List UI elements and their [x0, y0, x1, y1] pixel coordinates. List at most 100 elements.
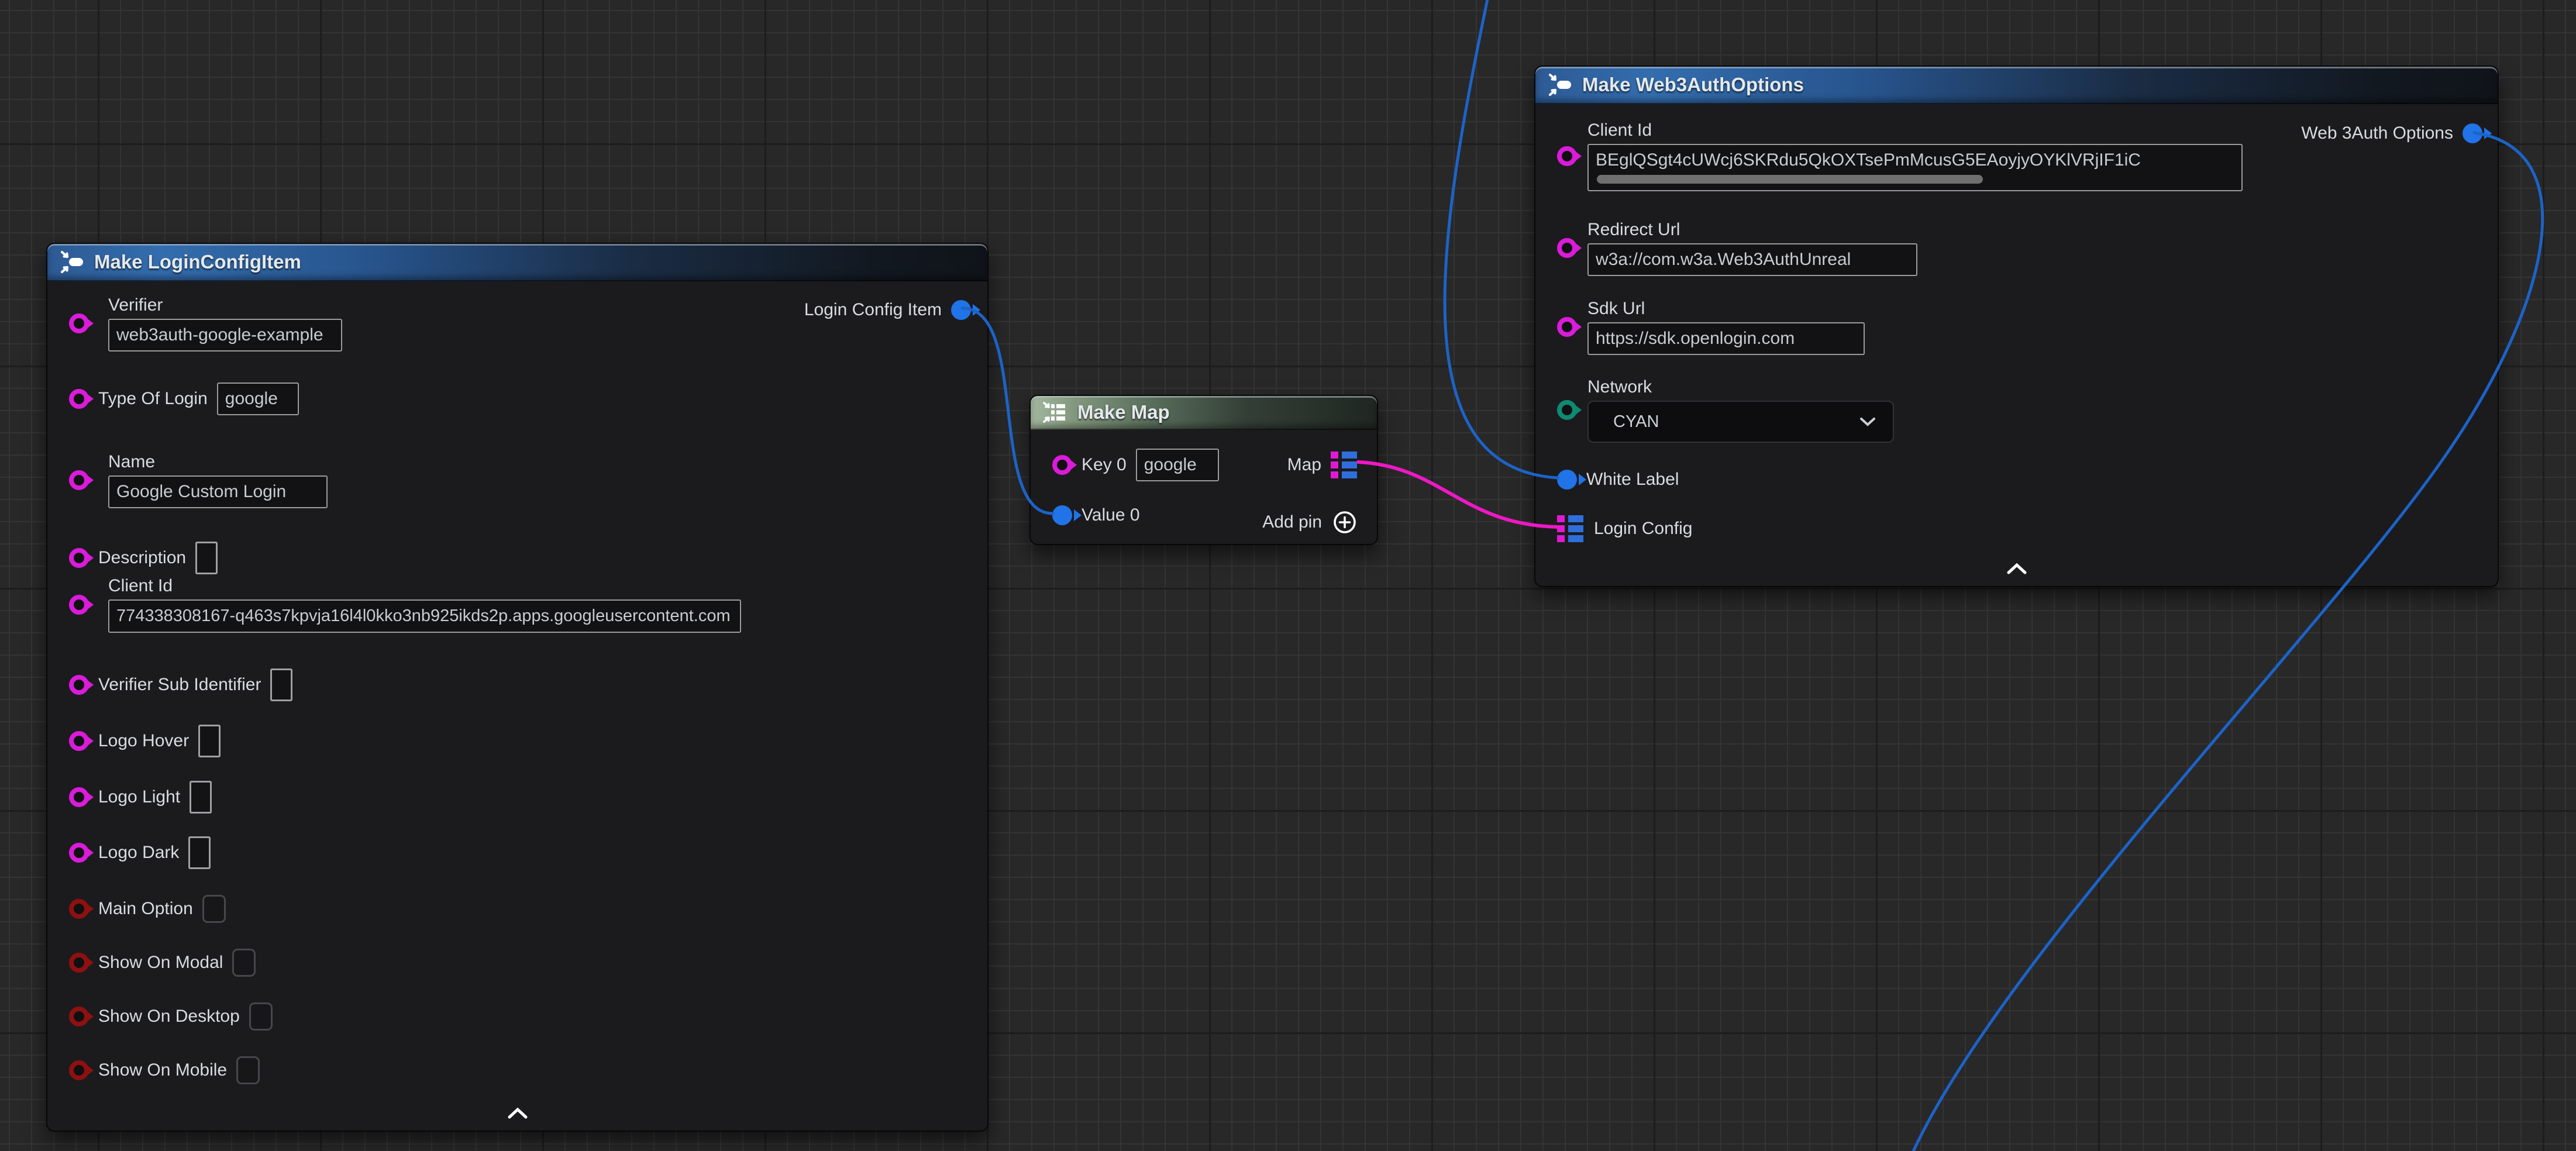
row-client-id: Client Id 774338308167-q463s7kpvja16l4l0…: [69, 576, 741, 633]
pin-logo-dark[interactable]: [69, 843, 89, 863]
node-title: Make LoginConfigItem: [94, 251, 301, 273]
add-pin-button[interactable]: [1331, 509, 1358, 536]
pin-w3a-client-id[interactable]: [1557, 146, 1577, 166]
pin-network[interactable]: [1557, 400, 1577, 420]
row-type-of-login: Type Of Login google: [69, 382, 299, 416]
pin-map-output[interactable]: [1331, 452, 1358, 478]
pin-sdk-url[interactable]: [1557, 317, 1577, 337]
logo-dark-label: Logo Dark: [98, 843, 179, 863]
logo-dark-input[interactable]: [188, 836, 211, 869]
main-option-checkbox[interactable]: [202, 895, 226, 923]
row-logo-dark: Logo Dark: [69, 836, 211, 870]
network-label: Network: [1587, 377, 1894, 397]
sdk-url-input[interactable]: https://sdk.openlogin.com: [1587, 322, 1865, 355]
chevron-up-icon: [505, 1105, 531, 1121]
w3a-client-id-value: BEglQSgt4cUWcj6SKRdu5QkOXTsePmMcusG5EAoy…: [1596, 150, 2141, 170]
pin-verifier-sub-identifier[interactable]: [69, 675, 89, 695]
type-of-login-input[interactable]: google: [217, 382, 299, 415]
row-w3a-client-id: Client Id BEglQSgt4cUWcj6SKRdu5QkOXTsePm…: [1557, 120, 2243, 191]
pin-client-id[interactable]: [69, 595, 89, 615]
name-label: Name: [108, 452, 328, 472]
chevron-down-icon: [1859, 416, 1876, 428]
pin-logo-light[interactable]: [69, 787, 89, 807]
node-title: Make Map: [1077, 401, 1170, 423]
node-header-make-map[interactable]: Make Map: [1031, 396, 1377, 430]
pin-value0[interactable]: [1052, 505, 1072, 525]
chevron-up-icon: [2004, 561, 2030, 576]
row-login-config: Login Config: [1557, 512, 1692, 546]
client-id-input[interactable]: 774338308167-q463s7kpvja16l4l0kko3nb925i…: [108, 599, 741, 633]
white-label-label: White Label: [1586, 470, 1679, 490]
node-title: Make Web3AuthOptions: [1582, 74, 1804, 96]
row-add-pin: Add pin: [1262, 505, 1358, 539]
verifier-input[interactable]: web3auth-google-example: [108, 319, 342, 351]
pin-show-on-mobile[interactable]: [69, 1060, 89, 1080]
pin-redirect-url[interactable]: [1557, 238, 1577, 258]
w3a-client-id-input[interactable]: BEglQSgt4cUWcj6SKRdu5QkOXTsePmMcusG5EAoy…: [1587, 144, 2243, 191]
horizontal-scrollbar[interactable]: [1597, 175, 1983, 184]
node-header-make-web3authoptions[interactable]: Make Web3AuthOptions: [1535, 67, 2498, 104]
client-id-label: Client Id: [108, 576, 741, 596]
login-config-label: Login Config: [1594, 519, 1692, 539]
row-sdk-url: Sdk Url https://sdk.openlogin.com: [1557, 299, 1865, 355]
node-header-make-loginconfigitem[interactable]: Make LoginConfigItem: [47, 244, 987, 281]
pin-description[interactable]: [69, 548, 89, 568]
make-map-icon: [1041, 399, 1068, 426]
row-output-web3auth-options: Web 3Auth Options: [2301, 116, 2482, 150]
show-on-desktop-label: Show On Desktop: [98, 1007, 240, 1026]
network-dropdown[interactable]: CYAN: [1587, 401, 1894, 443]
row-name: Name Google Custom Login: [69, 452, 328, 508]
node-make-map[interactable]: Make Map Key 0 google Value 0 Map Add pi…: [1029, 395, 1378, 545]
sdk-url-label: Sdk Url: [1587, 299, 1865, 319]
pin-logo-hover[interactable]: [69, 731, 89, 751]
pin-type-of-login[interactable]: [69, 389, 89, 409]
show-on-modal-checkbox[interactable]: [232, 949, 256, 977]
redirect-url-input[interactable]: w3a://com.w3a.Web3AuthUnreal: [1587, 243, 1917, 276]
show-on-modal-label: Show On Modal: [98, 953, 223, 973]
collapse-node-button[interactable]: [2004, 561, 2030, 579]
pin-show-on-modal[interactable]: [69, 953, 89, 973]
pin-show-on-desktop[interactable]: [69, 1007, 89, 1026]
row-network: Network CYAN: [1557, 377, 1894, 443]
value0-label: Value 0: [1082, 505, 1140, 525]
key0-input[interactable]: google: [1136, 449, 1219, 481]
row-verifier-sub-identifier: Verifier Sub Identifier: [69, 668, 292, 702]
row-logo-light: Logo Light: [69, 780, 212, 814]
show-on-desktop-checkbox[interactable]: [249, 1002, 273, 1031]
row-key0: Key 0 google: [1052, 448, 1219, 482]
main-option-label: Main Option: [98, 899, 193, 919]
key0-label: Key 0: [1082, 455, 1127, 475]
type-of-login-label: Type Of Login: [98, 389, 208, 409]
show-on-mobile-label: Show On Mobile: [98, 1060, 227, 1080]
row-show-on-modal: Show On Modal: [69, 946, 256, 980]
make-struct-icon: [58, 249, 85, 275]
pin-name[interactable]: [69, 470, 89, 490]
node-make-web3authoptions[interactable]: Make Web3AuthOptions Client Id BEglQSgt4…: [1534, 66, 2499, 587]
logo-light-label: Logo Light: [98, 787, 180, 807]
row-show-on-desktop: Show On Desktop: [69, 1000, 273, 1033]
redirect-url-label: Redirect Url: [1587, 220, 1917, 240]
name-input[interactable]: Google Custom Login: [108, 475, 328, 508]
row-main-option: Main Option: [69, 892, 226, 926]
login-config-item-output-label: Login Config Item: [804, 300, 942, 320]
show-on-mobile-checkbox[interactable]: [236, 1056, 260, 1084]
make-struct-icon: [1546, 71, 1573, 98]
logo-hover-label: Logo Hover: [98, 731, 189, 751]
blueprint-canvas[interactable]: { "colors":{ "canvas_bg":"#282828","grid…: [0, 0, 2576, 1151]
pin-login-config[interactable]: [1557, 515, 1585, 542]
pin-verifier[interactable]: [69, 313, 89, 333]
pin-white-label[interactable]: [1557, 470, 1577, 490]
collapse-node-button[interactable]: [505, 1105, 531, 1124]
row-output-map: Map: [1287, 448, 1358, 482]
row-description: Description: [69, 541, 218, 575]
pin-main-option[interactable]: [69, 899, 89, 919]
logo-light-input[interactable]: [190, 781, 212, 814]
row-show-on-mobile: Show On Mobile: [69, 1053, 260, 1087]
logo-hover-input[interactable]: [198, 725, 221, 757]
node-make-loginconfigitem[interactable]: Make LoginConfigItem Verifier web3auth-g…: [46, 243, 989, 1132]
verifier-sub-identifier-input[interactable]: [270, 668, 292, 701]
description-input[interactable]: [195, 542, 218, 574]
row-redirect-url: Redirect Url w3a://com.w3a.Web3AuthUnrea…: [1557, 220, 1917, 276]
verifier-sub-identifier-label: Verifier Sub Identifier: [98, 675, 261, 695]
pin-key0[interactable]: [1052, 455, 1072, 475]
